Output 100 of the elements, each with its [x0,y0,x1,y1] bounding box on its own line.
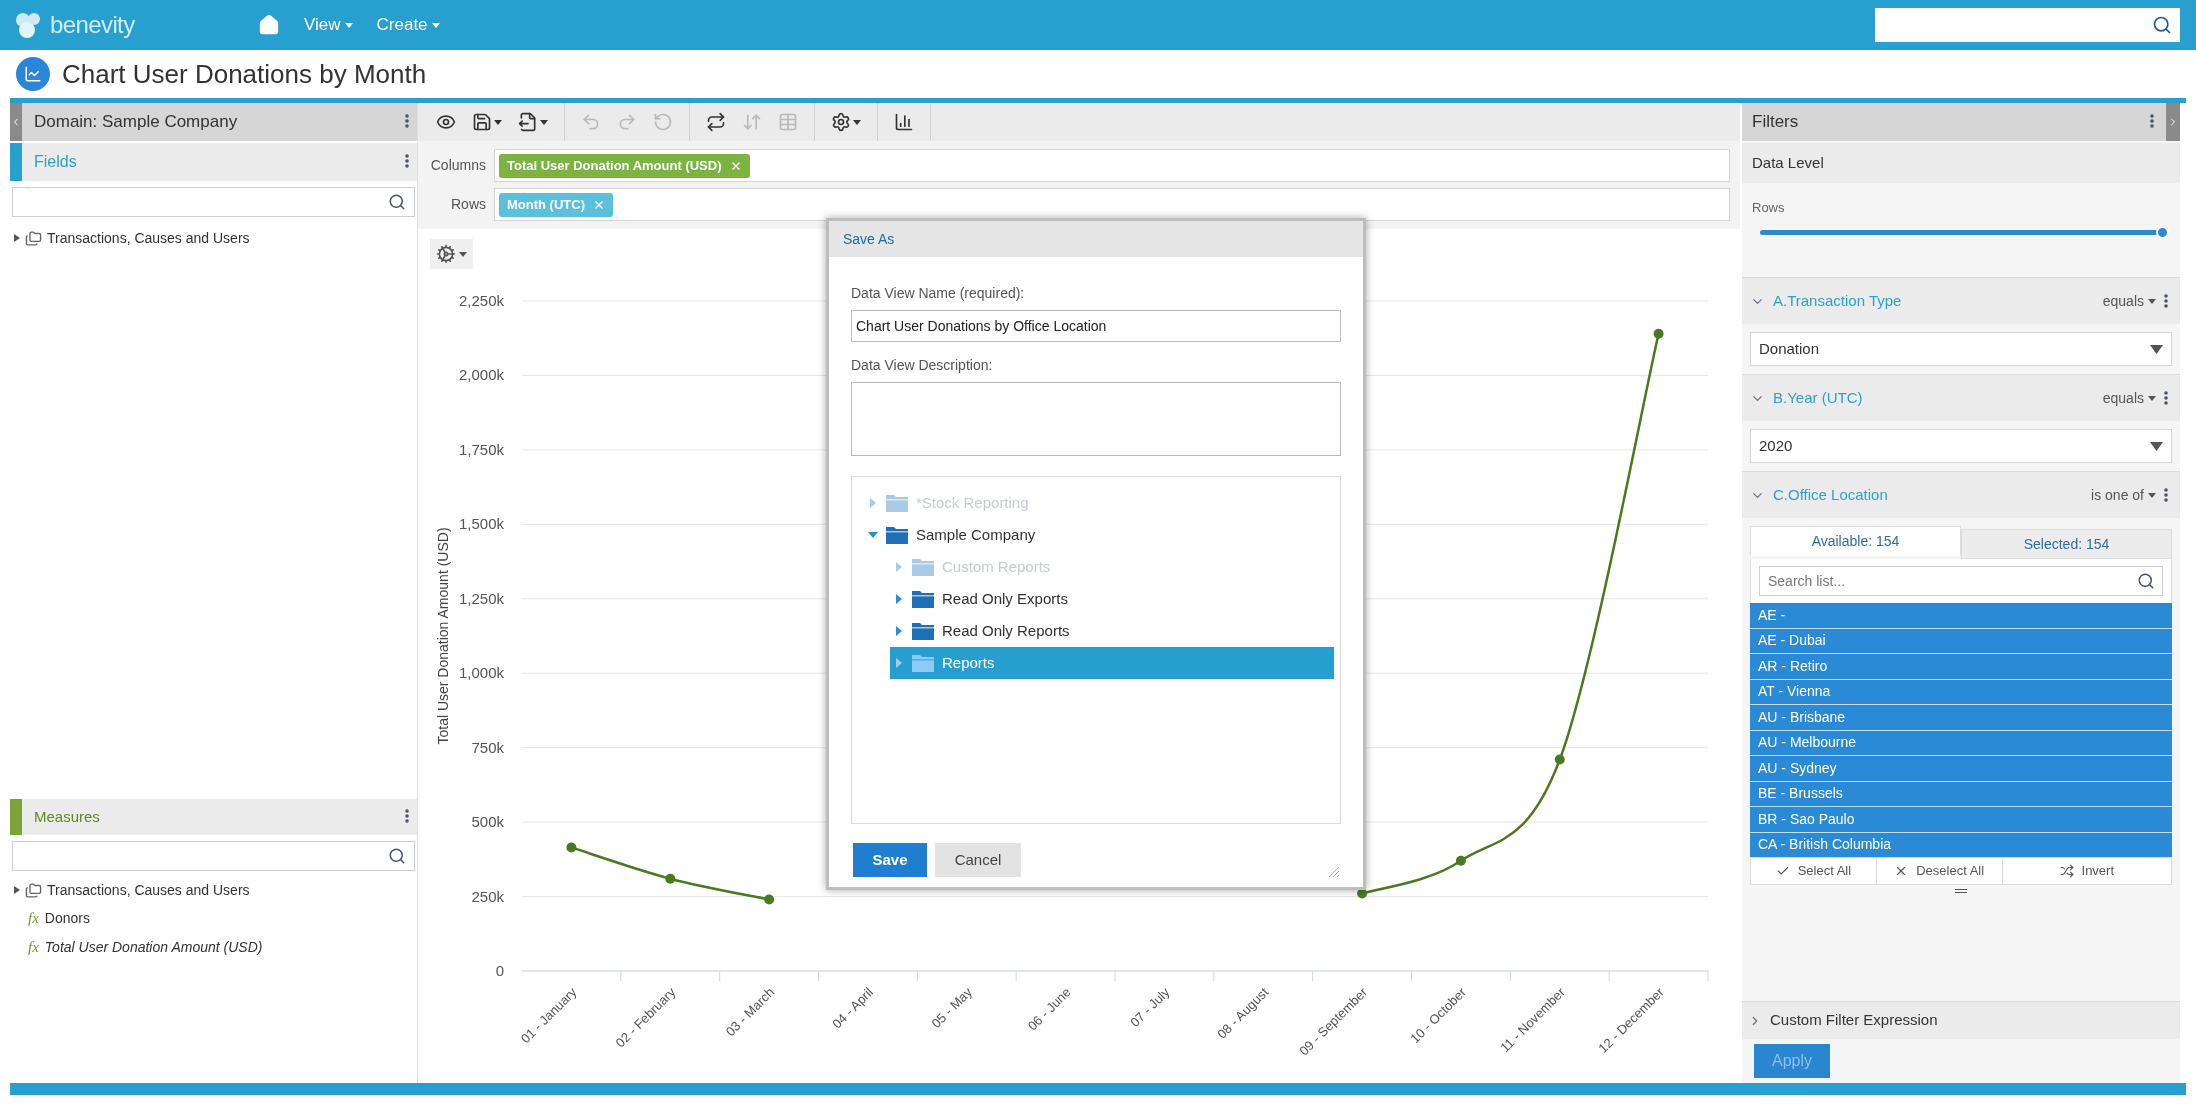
axis-tick-label: 500k [471,813,504,831]
axis-tick-label: 750k [471,738,504,756]
search-field[interactable] [12,841,415,871]
folder-item[interactable]: Read Only Exports [890,583,1334,615]
search-field[interactable] [1875,8,2180,42]
remove-icon[interactable] [729,159,742,172]
section-title: Fields [34,152,77,172]
list-item[interactable]: BR - Sao Paulo [1750,807,2172,832]
data-point [566,842,577,853]
caret-icon [540,119,548,125]
resize-handle[interactable] [1955,889,1967,893]
search-field[interactable] [12,187,415,217]
list-item[interactable]: CA - British Columbia [1750,832,2172,857]
folder-icon [886,494,908,512]
field-chip[interactable]: Month (UTC) [499,192,613,217]
axis-tick-label: 05 - May [928,984,975,1031]
axis-tick-label: 2,250k [458,292,504,309]
description-field[interactable] [851,382,1341,456]
revert-icon [653,112,673,132]
list-item[interactable]: AE - Dubai [1750,628,2172,653]
invert-icon [2059,864,2074,878]
data-point [1653,328,1664,339]
redo-icon [617,112,637,132]
axis-title: Total User Donation Amount (USD) [435,527,451,745]
caret-icon [344,22,353,28]
kebab-icon [2164,294,2168,308]
export-icon [518,112,538,132]
data-point [1357,888,1368,899]
search-icon [388,847,406,865]
filter-title[interactable]: A.Transaction Type [1773,289,1902,313]
slider-label: Rows [1752,200,1785,215]
formula-icon: fx [28,936,39,959]
tree-item[interactable]: Transactions, Causes and Users [14,224,417,252]
folder-item[interactable]: Read Only Reports [890,615,1334,647]
folders-icon [25,881,42,899]
folder-item[interactable]: Sample Company [864,519,1334,551]
kebab-icon [405,113,409,128]
measure-item[interactable]: fx Donors [14,904,417,933]
dialog-title: Save As [843,229,895,249]
list-item[interactable]: AT - Vienna [1750,679,2172,704]
shelf-label: Rows [450,195,486,214]
axis-tick-label: 1,750k [458,440,504,458]
home-icon[interactable] [258,14,280,36]
formula-icon: fx [28,907,39,930]
remove-icon[interactable] [592,198,605,211]
slider-thumb[interactable] [2155,226,2169,239]
name-field[interactable]: Chart User Donations by Office Location [851,310,1341,342]
drop-zone[interactable]: Total User Donation Amount (USD) [494,149,1730,182]
operator-dropdown[interactable]: equals [2102,290,2156,312]
measure-item[interactable]: fx Total User Donation Amount (USD) [14,933,417,962]
list-item[interactable]: BE - Brussels [1750,781,2172,806]
cancel-button[interactable]: Cancel [935,843,1021,877]
tab[interactable]: Selected: 154 [1961,529,2172,559]
collapsed-triangle-icon [894,594,904,604]
tab[interactable]: Available: 154 [1750,526,1961,556]
nav-menu[interactable]: Create [376,12,440,38]
search-icon [2152,15,2172,35]
value-dropdown[interactable]: Donation [1750,332,2172,366]
filter-title[interactable]: C.Office Location [1773,483,1888,507]
axis-tick-label: 1,500k [458,515,504,533]
save-button[interactable]: Save [853,843,927,877]
folders-icon [25,229,42,247]
caret-icon [853,119,861,125]
list-item[interactable]: AU - Brisbane [1750,705,2172,730]
bar-chart-icon [894,112,914,132]
list-item[interactable]: AU - Melbourne [1750,730,2172,755]
filter-title[interactable]: B.Year (UTC) [1773,386,1863,410]
tree-item[interactable]: Transactions, Causes and Users [14,876,417,904]
kebab-icon [405,153,409,168]
chart-settings-button[interactable] [430,239,473,269]
folder-icon [912,590,934,608]
dropdown-arrow-icon [2150,344,2163,354]
field-chip[interactable]: Total User Donation Amount (USD) [499,153,750,178]
check-icon [1775,864,1790,878]
folder-item[interactable]: Reports [890,647,1334,679]
list-item[interactable]: AE - [1750,603,2172,628]
kebab-icon [2150,113,2154,128]
operator-dropdown[interactable]: equals [2102,387,2156,409]
apply-button[interactable]: Apply [1754,1044,1831,1078]
search-icon [388,193,406,211]
data-point [1455,855,1466,866]
panel-title: Filters [1752,111,1799,134]
nav-menu[interactable]: View [304,12,353,38]
field-label: Data View Description: [851,356,994,375]
section-title: Data Level [1752,152,1824,173]
custom-filter-header[interactable]: Custom Filter Expression [1742,1001,2180,1039]
data-point [1554,754,1565,765]
value-dropdown[interactable]: 2020 [1750,429,2172,463]
action-button[interactable]: Select All [1751,858,1876,884]
collapsed-triangle-icon [894,658,904,668]
action-button[interactable]: Deselect All [1875,858,2002,884]
operator-dropdown[interactable]: is one of [2091,484,2156,506]
search-icon [2137,572,2155,590]
action-button[interactable]: Invert [2001,858,2171,884]
collapse-button[interactable] [10,103,22,141]
expanded-triangle-icon [868,530,878,540]
search-field[interactable]: Search list... [1759,566,2163,596]
list-item[interactable]: AR - Retiro [1750,654,2172,679]
drop-zone[interactable]: Month (UTC) [494,188,1730,221]
list-item[interactable]: AU - Sydney [1750,756,2172,781]
